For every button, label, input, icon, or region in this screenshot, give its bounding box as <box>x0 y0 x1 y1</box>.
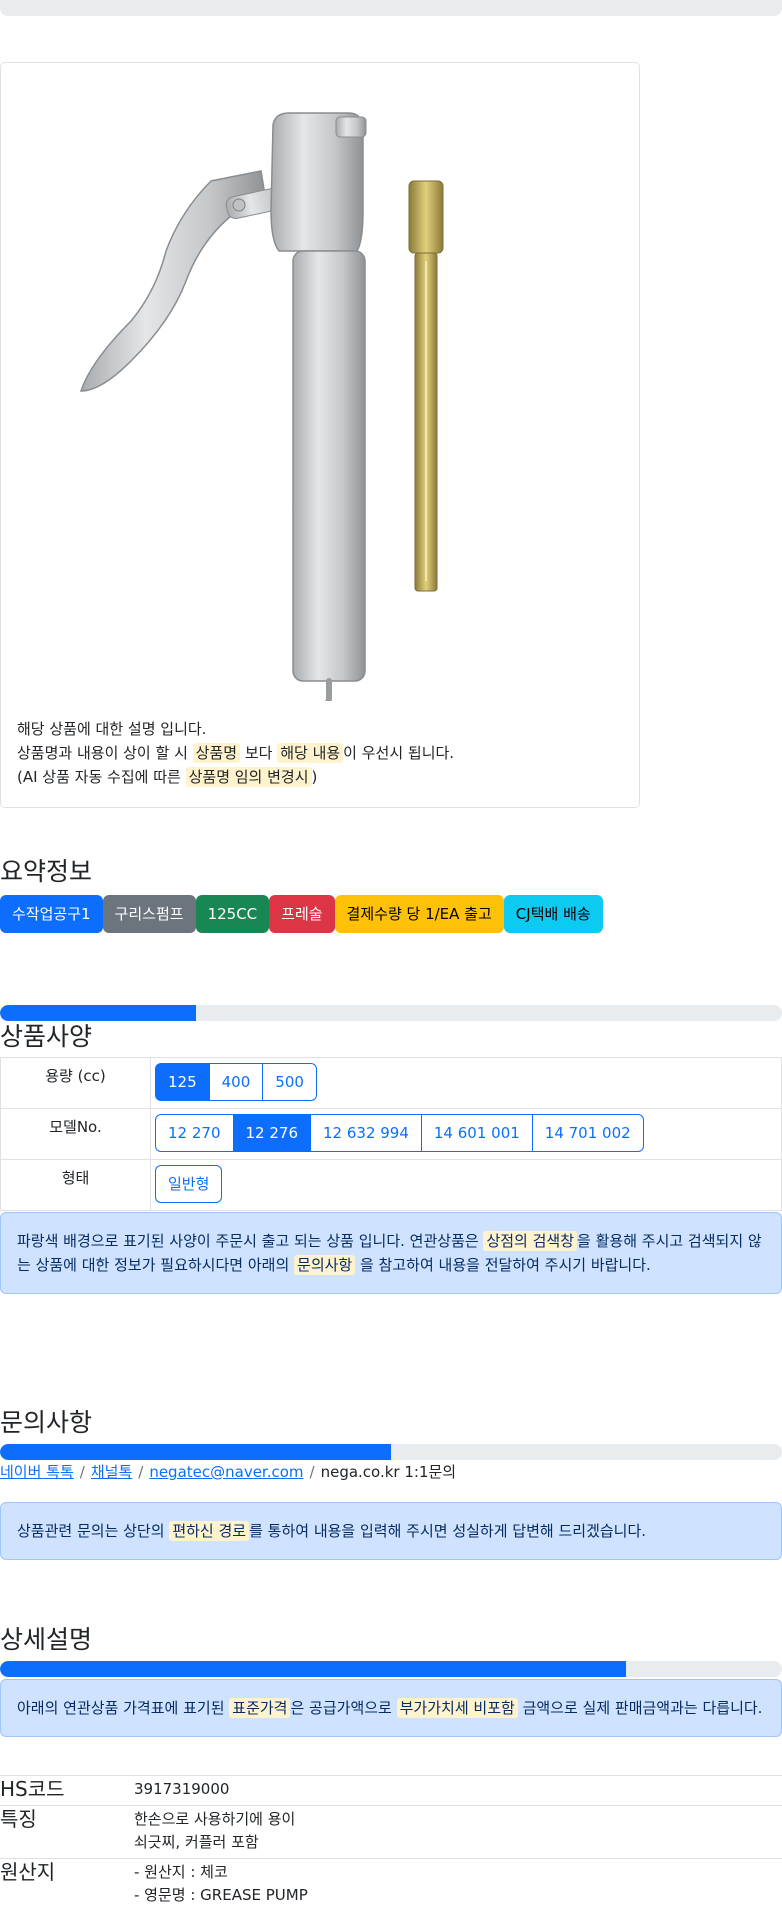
notice-text: 은 공급가액으로 <box>290 1699 397 1717</box>
option-capacity-500[interactable]: 500 <box>262 1063 317 1101</box>
origin-line: - 영문명 : GREASE PUMP <box>134 1886 308 1904</box>
option-model-14701002[interactable]: 14 701 002 <box>531 1114 644 1152</box>
separator: / <box>138 1463 144 1481</box>
badge-delivery: CJ택배 배송 <box>503 895 603 933</box>
notice-text: 아래의 연관상품 가격표에 표기된 <box>17 1699 230 1717</box>
hscode-value: 3917319000 <box>134 1780 230 1798</box>
desc-text: 보다 <box>240 744 278 762</box>
model-option-group: 12 270 12 276 12 632 994 14 601 001 14 7… <box>155 1114 777 1152</box>
desc-line-2: 상품명과 내용이 상이 할 시 상품명 보다 해당 내용 이 우선시 됩니다. <box>17 741 454 765</box>
badge-product-type: 구리스펌프 <box>102 895 196 933</box>
desc-line-3: (AI 상품 자동 수집에 따른 상품명 임의 변경시) <box>17 765 454 789</box>
naver-talktalk-link[interactable]: 네이버 톡톡 <box>0 1463 74 1481</box>
highlight-store-search: 상점의 검색창 <box>483 1231 578 1251</box>
desc-line-1: 해당 상품에 대한 설명 입니다. <box>17 720 207 738</box>
feature-line: 한손으로 사용하기에 용이 <box>134 1810 296 1828</box>
summary-badges: 수작업공구1 구리스펌프 125CC 프레술 결제수량 당 1/EA 출고 CJ… <box>0 895 603 933</box>
spec-options-capacity: 125 400 500 <box>150 1057 782 1109</box>
spec-table: 용량 (cc) 125 400 500 모델No. 12 270 12 276 … <box>0 1057 782 1211</box>
detail-title: 상세설명 <box>0 1625 93 1654</box>
option-model-12632994[interactable]: 12 632 994 <box>310 1114 422 1152</box>
option-capacity-400[interactable]: 400 <box>208 1063 264 1101</box>
origin-line: - 원산지 : 체코 <box>134 1863 228 1881</box>
notice-text: 를 통하여 내용을 입력해 주시면 성실하게 답변해 드리겠습니다. <box>249 1522 647 1540</box>
notice-text: 파랑색 배경으로 표기된 사양이 주문시 출고 되는 상품 입니다. 연관상품은 <box>17 1232 484 1250</box>
product-description: 해당 상품에 대한 설명 입니다. 상품명과 내용이 상이 할 시 상품명 보다… <box>17 717 454 789</box>
notice-text: 금액으로 실제 판매금액과는 다릅니다. <box>517 1699 763 1717</box>
summary-title: 요약정보 <box>0 857 93 886</box>
highlight-product-name: 상품명 <box>192 743 241 763</box>
detail-row-hscode: HS코드 3917319000 <box>0 1775 782 1806</box>
spec-row-model: 모델No. 12 270 12 276 12 632 994 14 601 00… <box>0 1108 782 1160</box>
badge-shipping-qty: 결제수량 당 1/EA 출고 <box>334 895 504 933</box>
spec-options-model: 12 270 12 276 12 632 994 14 601 001 14 7… <box>150 1108 782 1160</box>
inquiry-progress-bar <box>0 1444 782 1460</box>
detail-value-origin: - 원산지 : 체코 - 영문명 : GREASE PUMP <box>134 1858 782 1908</box>
detail-row-features: 특징 한손으로 사용하기에 용이 쇠긋찌, 커플러 포함 <box>0 1805 782 1859</box>
desc-text: (AI 상품 자동 수집에 따른 <box>17 768 186 786</box>
highlight-standard-price: 표준가격 <box>229 1698 291 1718</box>
spec-options-type: 일반형 <box>150 1159 782 1211</box>
spec-row-capacity: 용량 (cc) 125 400 500 <box>0 1057 782 1109</box>
highlight-content: 해당 내용 <box>277 743 344 763</box>
option-capacity-125[interactable]: 125 <box>155 1063 210 1101</box>
separator: / <box>309 1463 315 1481</box>
detail-progress-bar <box>0 1661 782 1677</box>
badge-category: 수작업공구1 <box>0 895 103 933</box>
type-option-group: 일반형 <box>155 1165 777 1203</box>
notice-text: 상품관련 문의는 상단의 <box>17 1522 170 1540</box>
spec-label-model: 모델No. <box>0 1108 151 1160</box>
desc-text: ) <box>311 768 318 786</box>
detail-key-hscode: HS코드 <box>0 1775 134 1806</box>
detail-table: HS코드 3917319000 특징 한손으로 사용하기에 용이 쇠긋찌, 커플… <box>0 1775 782 1908</box>
option-model-14601001[interactable]: 14 601 001 <box>420 1114 533 1152</box>
detail-value-hscode: 3917319000 <box>134 1775 782 1806</box>
capacity-option-group: 125 400 500 <box>155 1063 777 1101</box>
spec-label-capacity: 용량 (cc) <box>0 1057 151 1109</box>
highlight-name-change: 상품명 임의 변경시 <box>185 767 312 787</box>
spec-label-type: 형태 <box>0 1159 151 1211</box>
specs-notice: 파랑색 배경으로 표기된 사양이 주문시 출고 되는 상품 입니다. 연관상품은… <box>0 1212 782 1294</box>
option-model-12276[interactable]: 12 276 <box>232 1114 311 1152</box>
badge-brand: 프레술 <box>269 895 335 933</box>
product-image-card: 해당 상품에 대한 설명 입니다. 상품명과 내용이 상이 할 시 상품명 보다… <box>0 62 640 808</box>
product-image <box>79 112 444 701</box>
highlight-vat-excluded: 부가가치세 비포함 <box>396 1698 518 1718</box>
inquiry-progress-fill <box>0 1444 391 1460</box>
specs-title: 상품사양 <box>0 1022 93 1051</box>
badge-capacity: 125CC <box>195 895 270 933</box>
desc-text: 상품명과 내용이 상이 할 시 <box>17 744 193 762</box>
website-inquiry-text: nega.co.kr 1:1문의 <box>320 1463 457 1481</box>
detail-row-origin: 원산지 - 원산지 : 체코 - 영문명 : GREASE PUMP <box>0 1858 782 1908</box>
inquiry-notice: 상품관련 문의는 상단의 편하신 경로 를 통하여 내용을 입력해 주시면 성실하… <box>0 1502 782 1560</box>
email-link[interactable]: negatec@naver.com <box>149 1463 303 1481</box>
top-progress-bar <box>0 0 782 16</box>
notice-text: 을 참고하여 내용을 전달하여 주시기 바랍니다. <box>355 1256 651 1274</box>
inquiry-breadcrumb: 네이버 톡톡 / 채널톡 / negatec@naver.com / nega.co.kr … <box>0 1461 456 1483</box>
detail-notice: 아래의 연관상품 가격표에 표기된 표준가격 은 공급가액으로 부가가치세 비포함… <box>0 1679 782 1737</box>
channel-talk-link[interactable]: 채널톡 <box>91 1463 132 1481</box>
detail-value-features: 한손으로 사용하기에 용이 쇠긋찌, 커플러 포함 <box>134 1805 782 1859</box>
specs-progress-bar <box>0 1005 782 1021</box>
option-type-standard[interactable]: 일반형 <box>155 1165 223 1203</box>
detail-key-origin: 원산지 <box>0 1858 134 1908</box>
detail-key-features: 특징 <box>0 1805 134 1859</box>
desc-text: 이 우선시 됩니다. <box>343 744 455 762</box>
feature-line: 쇠긋찌, 커플러 포함 <box>134 1833 259 1851</box>
inquiry-title: 문의사항 <box>0 1408 93 1437</box>
highlight-preferred-route: 편하신 경로 <box>169 1521 250 1541</box>
spec-row-type: 형태 일반형 <box>0 1159 782 1211</box>
separator: / <box>79 1463 85 1481</box>
detail-progress-fill <box>0 1661 626 1677</box>
option-model-12270[interactable]: 12 270 <box>155 1114 234 1152</box>
highlight-inquiry: 문의사항 <box>294 1255 356 1275</box>
